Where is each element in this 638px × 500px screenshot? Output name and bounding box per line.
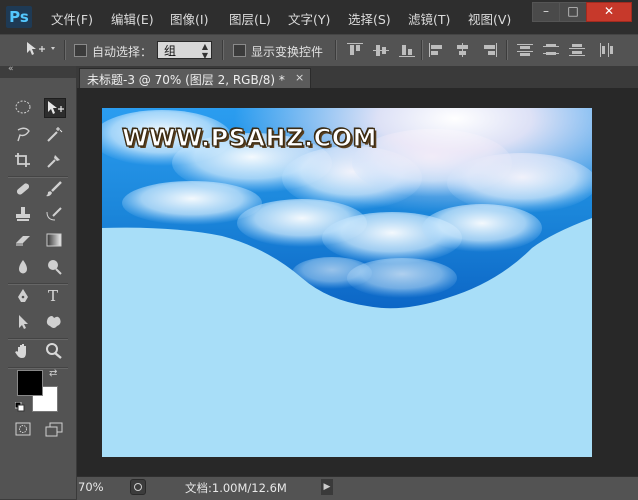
watermark-text: WWW.PSAHZ.COM — [121, 123, 378, 152]
dropdown-arrows-icon: ▲ ▼ — [201, 42, 208, 60]
stamp-icon[interactable] — [13, 206, 33, 224]
options-separator — [335, 40, 337, 60]
auto-select-label: 自动选择： — [92, 45, 153, 59]
distribute-bottom-icon[interactable] — [569, 43, 585, 57]
gradient-icon[interactable] — [44, 232, 64, 250]
status-menu-arrow-icon[interactable]: ▶ — [321, 479, 333, 495]
document-canvas[interactable] — [102, 108, 592, 457]
brush-icon[interactable] — [44, 181, 64, 199]
path-select-icon[interactable] — [13, 314, 33, 332]
photoshop-logo: Ps — [6, 6, 32, 28]
history-brush-icon[interactable] — [44, 206, 64, 224]
crop-icon[interactable] — [13, 152, 33, 170]
default-colors-icon[interactable] — [14, 401, 25, 412]
zoom-icon[interactable] — [44, 343, 64, 361]
toolbox-separator — [8, 283, 68, 285]
menu-type[interactable]: 文字(Y) — [288, 9, 330, 28]
maximize-button[interactable]: □ — [559, 2, 587, 22]
align-vertical-center-icon[interactable] — [373, 43, 389, 57]
menu-select[interactable]: 选择(S) — [348, 9, 391, 28]
move-icon[interactable] — [44, 98, 66, 118]
status-bar — [77, 476, 638, 500]
auto-select-dropdown[interactable]: 组 ▲ ▼ — [157, 41, 212, 60]
blur-icon[interactable] — [13, 259, 33, 277]
foreground-color-swatch[interactable] — [17, 370, 43, 396]
options-separator — [64, 40, 66, 60]
cloud-artwork — [102, 108, 592, 457]
document-size-info: 文档:1.00M/12.6M — [185, 481, 287, 495]
menu-edit[interactable]: 编辑(E) — [111, 9, 154, 28]
swap-colors-icon[interactable]: ⇄ — [49, 368, 57, 379]
align-bottom-icon[interactable] — [399, 43, 415, 57]
distribute-vertical-center-icon[interactable] — [543, 43, 559, 57]
hand-icon[interactable] — [13, 343, 33, 361]
align-horizontal-center-icon[interactable] — [455, 43, 471, 57]
lasso-icon[interactable] — [13, 126, 33, 144]
shape-icon[interactable] — [44, 314, 64, 332]
status-info-icon[interactable] — [130, 479, 146, 495]
marquee-icon[interactable] — [13, 99, 33, 117]
eraser-icon[interactable] — [13, 232, 33, 250]
document-tab-label: 未标题-3 @ 70% (图层 2, RGB/8) * — [87, 73, 285, 87]
move-tool-preset-icon[interactable] — [25, 41, 55, 57]
align-right-icon[interactable] — [481, 43, 497, 57]
svg-text:T: T — [48, 287, 58, 303]
menu-layer[interactable]: 图层(L) — [229, 9, 271, 28]
zoom-level-field[interactable]: 70% — [78, 480, 104, 494]
toolbox-separator — [8, 176, 68, 178]
screen-mode-icon[interactable] — [44, 421, 64, 439]
menu-view[interactable]: 视图(V) — [468, 9, 511, 28]
healing-brush-icon[interactable] — [13, 181, 33, 199]
toolbox-separator — [8, 338, 68, 340]
distribute-left-icon[interactable] — [599, 43, 615, 57]
eyedropper-icon[interactable] — [44, 152, 64, 170]
document-tab-close-button[interactable]: × — [295, 71, 304, 84]
close-button[interactable]: ✕ — [586, 2, 632, 22]
show-transform-checkbox[interactable] — [233, 44, 246, 57]
menu-filter[interactable]: 滤镜(T) — [408, 9, 450, 28]
show-transform-label: 显示变换控件 — [251, 45, 324, 59]
quick-mask-icon[interactable] — [13, 421, 33, 439]
options-separator — [421, 40, 423, 60]
minimize-button[interactable]: – — [532, 2, 560, 22]
magic-wand-icon[interactable] — [44, 126, 64, 144]
distribute-top-icon[interactable] — [517, 43, 533, 57]
collapse-toolbox-icon[interactable]: « — [8, 64, 14, 74]
type-icon[interactable]: T — [44, 287, 64, 305]
menu-file[interactable]: 文件(F) — [51, 9, 93, 28]
menu-image[interactable]: 图像(I) — [170, 9, 208, 28]
options-separator — [222, 40, 224, 60]
pen-icon[interactable] — [13, 288, 33, 306]
toolbox-separator — [8, 367, 68, 369]
dodge-icon[interactable] — [44, 259, 64, 277]
auto-select-value: 组 — [164, 44, 177, 58]
options-separator — [506, 40, 508, 60]
auto-select-checkbox[interactable] — [74, 44, 87, 57]
align-left-icon[interactable] — [429, 43, 445, 57]
align-top-icon[interactable] — [347, 43, 363, 57]
toolbox-header[interactable]: « — [0, 64, 76, 78]
